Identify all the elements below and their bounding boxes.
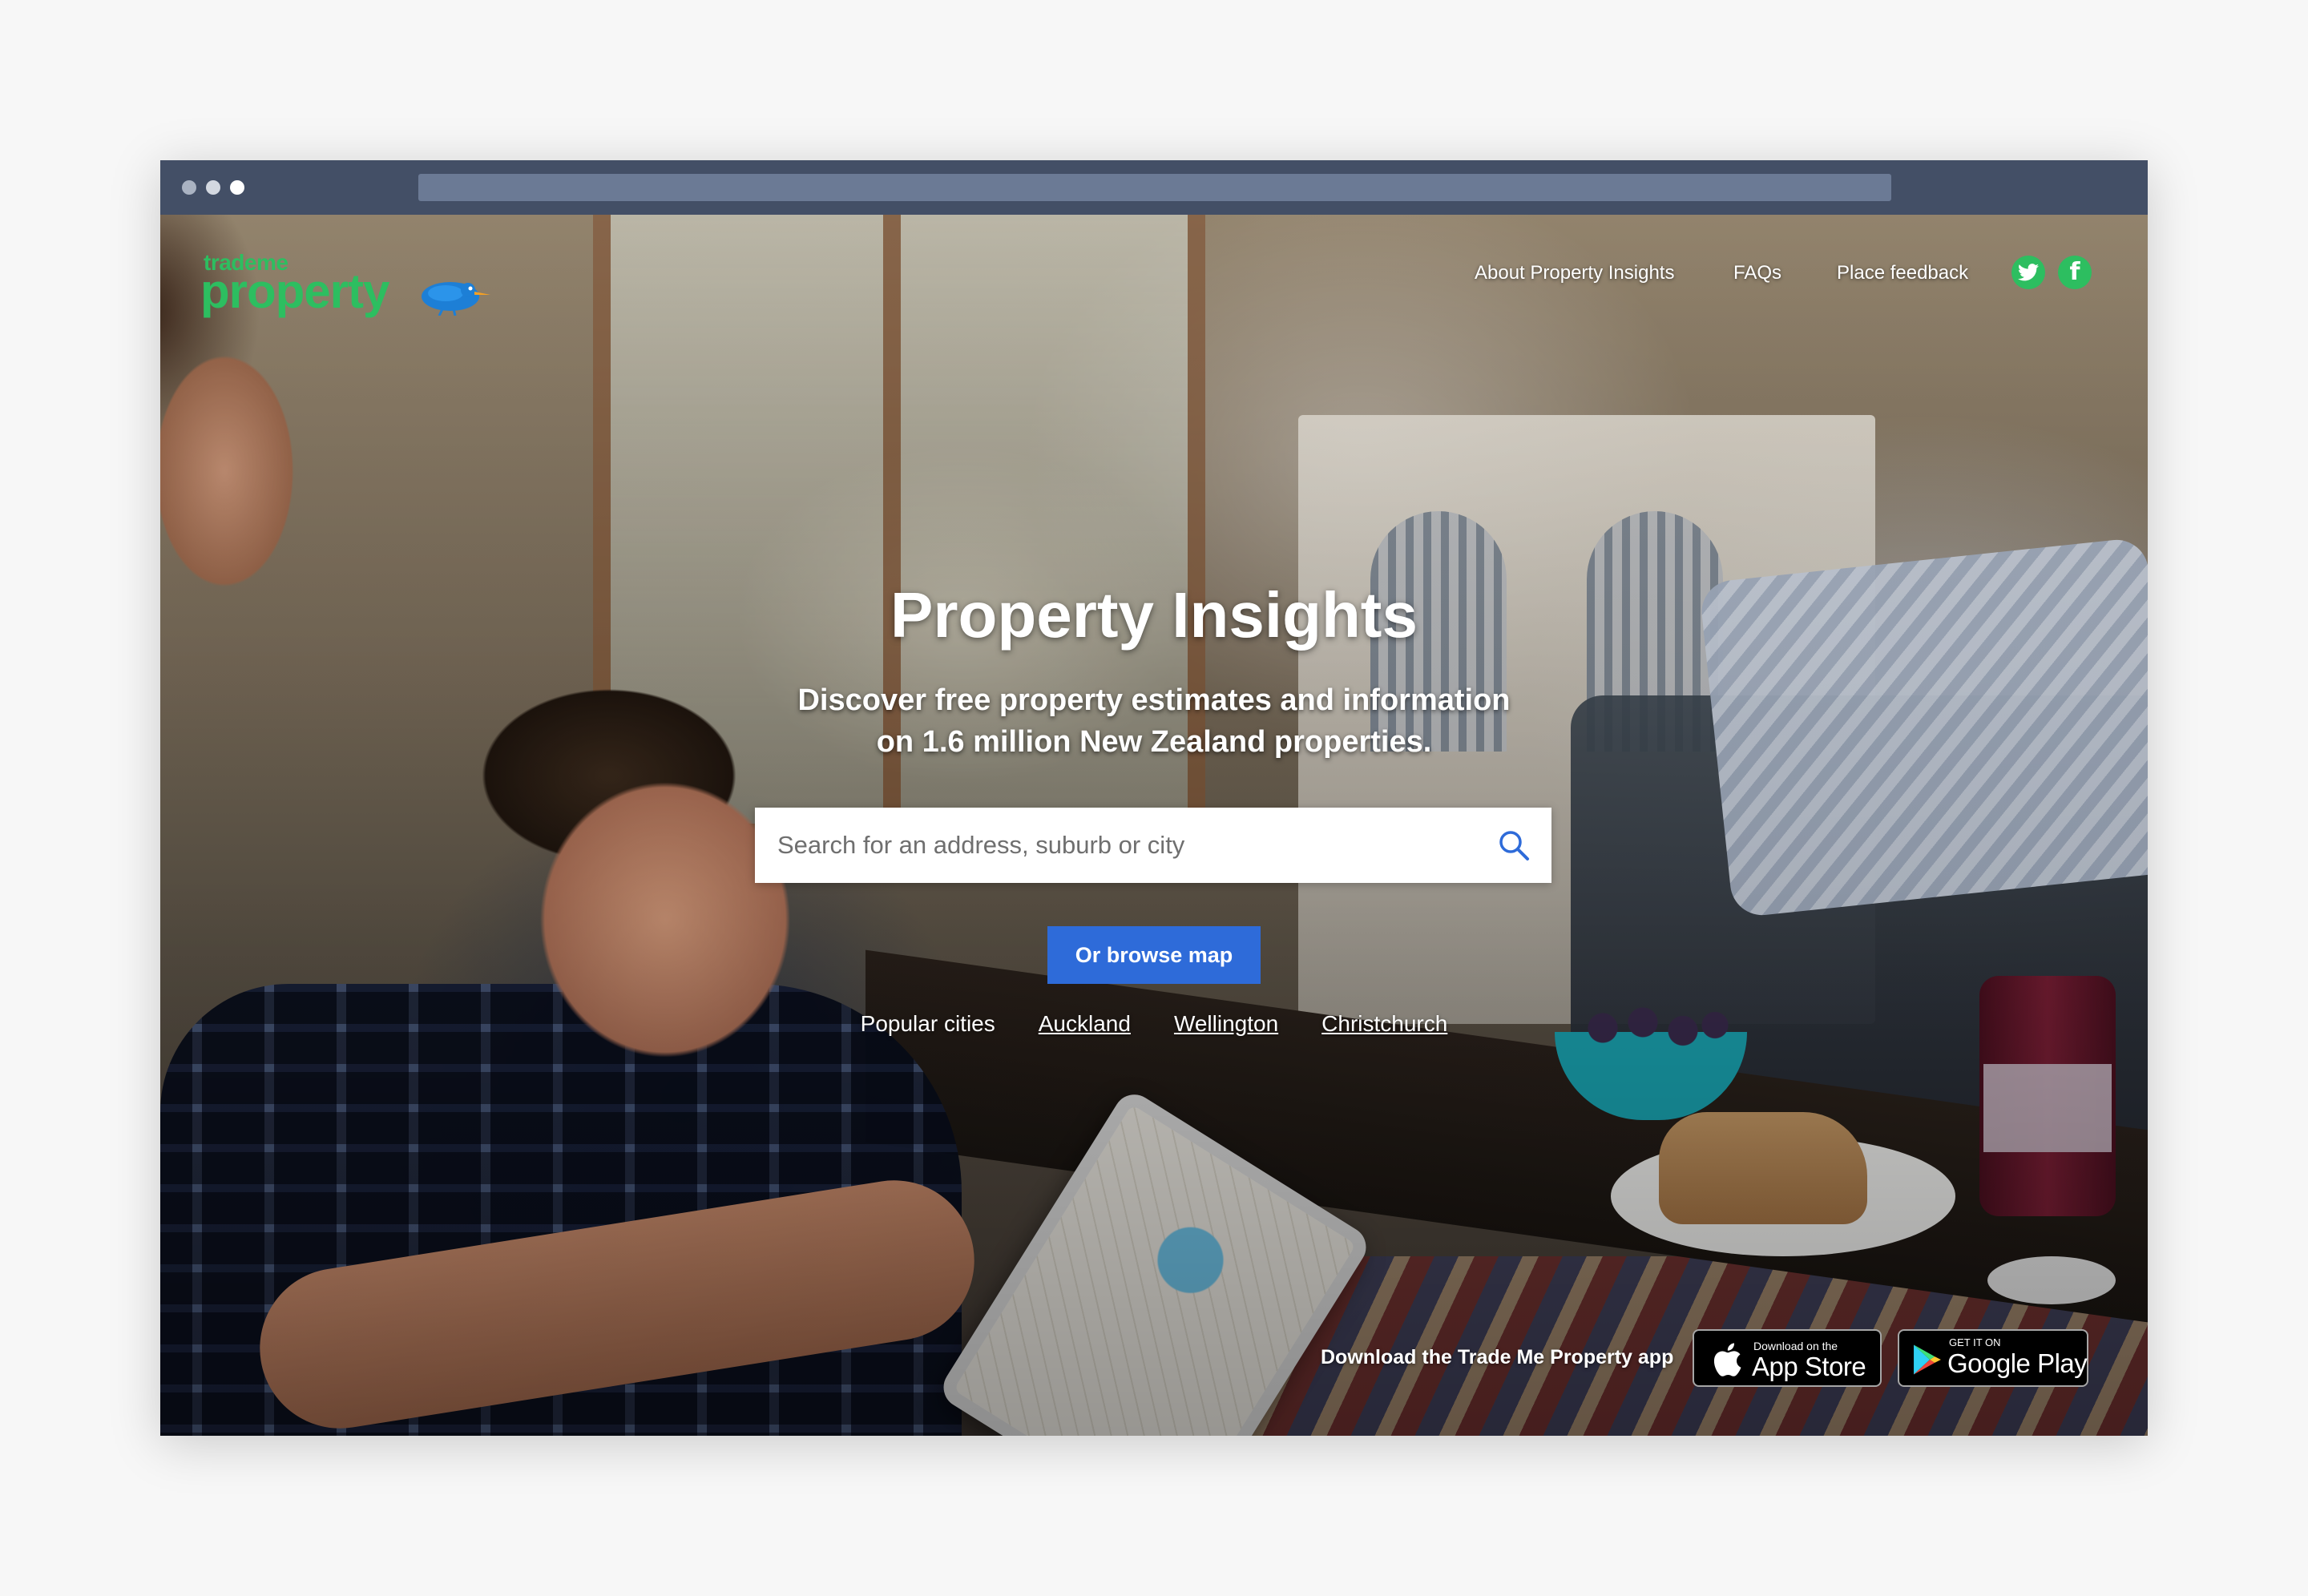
window-dot-1[interactable] (182, 180, 196, 195)
browser-window: trademe property About Property Insights… (160, 160, 2148, 1436)
hero-section: trademe property About Property Insights… (160, 215, 2148, 1436)
city-link-wellington[interactable]: Wellington (1174, 1008, 1278, 1040)
popular-cities-label: Popular cities (860, 1011, 995, 1036)
facebook-button[interactable]: f (2058, 256, 2092, 289)
app-download-text: Download the Trade Me Property app (1321, 1346, 1674, 1368)
search-box (755, 808, 1551, 883)
search-icon (1499, 831, 1529, 860)
app-store-button[interactable]: Download on the App Store (1693, 1329, 1882, 1387)
city-link-christchurch[interactable]: Christchurch (1321, 1008, 1447, 1040)
page-subtitle: Discover free property estimates and inf… (753, 679, 1555, 763)
search-button[interactable] (1476, 808, 1551, 883)
subtitle-line-1: Discover free property estimates and inf… (797, 683, 1511, 717)
address-bar[interactable] (418, 174, 1891, 201)
subtitle-line-2: on 1.6 million New Zealand properties. (876, 725, 1432, 759)
window-dot-3[interactable] (230, 180, 244, 195)
google-play-big-text: Google Play (1947, 1348, 2088, 1378)
google-play-icon (1914, 1344, 1941, 1375)
window-dot-2[interactable] (206, 180, 220, 195)
browse-map-button[interactable]: Or browse map (1047, 926, 1261, 984)
trademe-property-logo[interactable]: trademe property (200, 252, 497, 324)
city-link-auckland[interactable]: Auckland (1039, 1008, 1131, 1040)
nav-faqs[interactable]: FAQs (1733, 261, 1781, 285)
facebook-icon: f (2069, 258, 2080, 286)
nav-about-property-insights[interactable]: About Property Insights (1475, 261, 1674, 285)
page-title: Property Insights (890, 579, 1418, 651)
search-input[interactable] (755, 808, 1476, 883)
twitter-button[interactable] (2011, 256, 2045, 289)
popular-cities: Popular cities Auckland Wellington Chris… (160, 1008, 2148, 1040)
kiwi-icon (422, 282, 490, 316)
google-play-small-text: GET IT ON (1949, 1336, 2001, 1348)
apple-icon (1713, 1343, 1741, 1376)
google-play-button[interactable]: GET IT ON Google Play (1898, 1329, 2088, 1387)
browser-chrome (160, 160, 2148, 215)
twitter-icon (2018, 264, 2039, 281)
app-store-big-text: App Store (1752, 1352, 1866, 1381)
nav-place-feedback[interactable]: Place feedback (1837, 261, 1968, 285)
logo-text-big: property (200, 264, 389, 318)
app-store-small-text: Download on the (1753, 1340, 1838, 1352)
